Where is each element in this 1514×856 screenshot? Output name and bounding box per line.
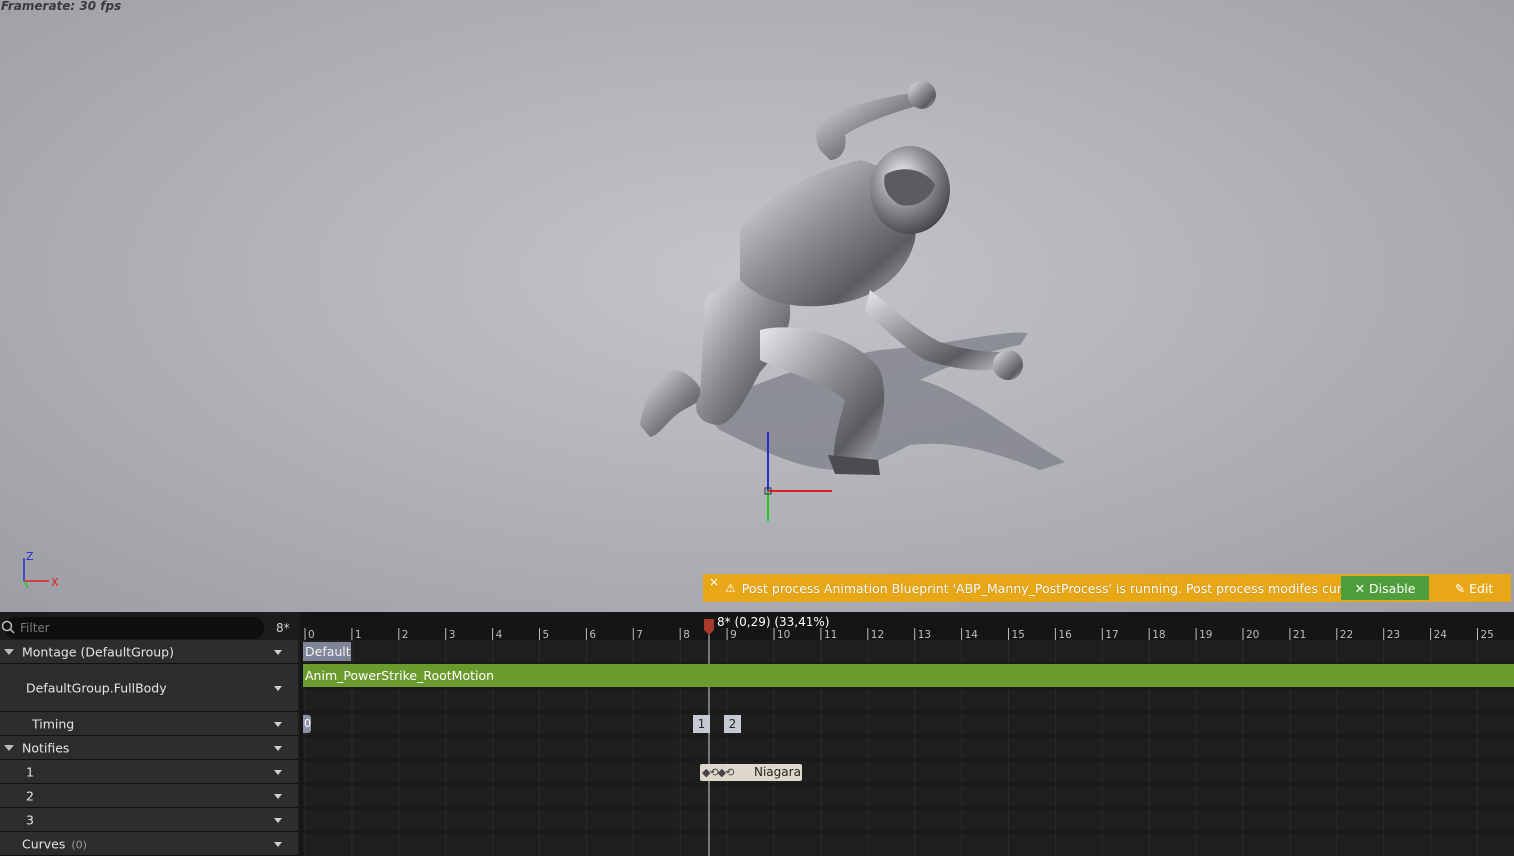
- default-slot-label[interactable]: Default: [303, 642, 351, 661]
- close-icon[interactable]: ×: [709, 575, 719, 589]
- notify-track-label: 2: [26, 788, 34, 803]
- timeline-tick-label: 24: [1434, 629, 1448, 641]
- notify-diamond-icon: ◆⟲◆⟲: [702, 766, 734, 779]
- disable-button[interactable]: ✕ Disable: [1341, 576, 1429, 600]
- chevron-down-icon[interactable]: [274, 745, 282, 751]
- track-notify-3[interactable]: 3: [0, 808, 298, 832]
- collapse-arrow-icon[interactable]: [4, 744, 14, 751]
- axis-indicator: Z X: [23, 550, 59, 589]
- timeline-tick-label: 20: [1246, 629, 1259, 641]
- timeline-tick-label: 14: [965, 629, 979, 641]
- scrub-handle[interactable]: [704, 619, 714, 635]
- timeline-tick-label: 15: [1012, 629, 1025, 641]
- section-marker-0[interactable]: 0: [303, 715, 311, 733]
- track-timing[interactable]: Timing: [0, 712, 298, 736]
- edit-label: Edit: [1469, 580, 1494, 596]
- timeline-tick-label: 8: [683, 629, 690, 641]
- timeline-tick-label: 23: [1387, 629, 1400, 641]
- montage-segment[interactable]: Anim_PowerStrike_RootMotion: [303, 664, 1514, 687]
- timeline-tick-label: 4: [496, 629, 503, 641]
- timeline-tick-label: 10: [777, 629, 790, 641]
- chevron-down-icon[interactable]: [274, 793, 282, 799]
- niagara-notify-label: Niagara: [754, 765, 801, 779]
- timeline-tick-label: 11: [824, 629, 837, 641]
- track-timing-label: Timing: [32, 716, 75, 731]
- track-notifies[interactable]: Notifies: [0, 736, 298, 760]
- track-curves[interactable]: Curves (0): [0, 832, 298, 856]
- section-marker-2[interactable]: 2: [724, 715, 741, 733]
- timeline-tick-label: 9: [730, 629, 737, 641]
- timeline-tick-label: 5: [543, 629, 550, 641]
- chevron-down-icon[interactable]: [274, 685, 282, 691]
- timeline-tick-label: 16: [1058, 629, 1072, 641]
- search-icon: [1, 620, 15, 634]
- timeline-tick-label: 1: [355, 629, 362, 641]
- axis-x-label: X: [51, 576, 59, 589]
- timeline-grid: 0 1 2 3 4 5 6 7 8 9 10 11 12 13 14 15 16 17 18 19 20 21 22 23 24…: [303, 612, 1514, 856]
- track-list: 8* Montage (DefaultGroup) DefaultGroup.F…: [0, 612, 300, 856]
- track-notify-1[interactable]: 1: [0, 760, 298, 784]
- timeline-tick-label: 6: [589, 629, 596, 641]
- close-icon: ✕: [1354, 580, 1366, 596]
- character-mannequin[interactable]: [0, 0, 1514, 612]
- timeline-tick-label: 17: [1105, 629, 1118, 641]
- timeline-tick-label: 25: [1481, 629, 1494, 641]
- timeline-tick-label: 3: [449, 629, 456, 641]
- timeline-tick-label: 2: [402, 629, 409, 641]
- filter-input[interactable]: [4, 617, 264, 639]
- post-process-warning-banner: × ⚠ Post process Animation Blueprint 'AB…: [703, 574, 1511, 602]
- notify-track-label: 1: [26, 764, 34, 779]
- frame-indicator: 8*: [276, 621, 290, 635]
- timeline-tick-label: 21: [1293, 629, 1306, 641]
- track-notify-2[interactable]: 2: [0, 784, 298, 808]
- timeline[interactable]: 0 1 2 3 4 5 6 7 8 9 10 11 12 13 14 15 16 17 18 19 20 21 22 23 24…: [303, 612, 1514, 856]
- chevron-down-icon[interactable]: [274, 649, 282, 655]
- timeline-tick-label: 18: [1152, 629, 1165, 641]
- viewport[interactable]: Framerate: 30 fps Z X × ⚠ Post process A…: [0, 0, 1514, 612]
- scrub-position-label: 8* (0,29) (33,41%): [717, 615, 830, 629]
- section-marker-1[interactable]: 1: [693, 715, 710, 733]
- notify-track-label: 3: [26, 812, 34, 827]
- timeline-tick-label: 12: [871, 629, 884, 641]
- curves-count: (0): [71, 838, 87, 851]
- montage-editor-panel: 8* Montage (DefaultGroup) DefaultGroup.F…: [0, 612, 1514, 856]
- warning-icon: ⚠: [725, 581, 736, 595]
- track-slot-label: DefaultGroup.FullBody: [26, 680, 167, 695]
- chevron-down-icon[interactable]: [274, 841, 282, 847]
- pencil-icon: ✎: [1454, 580, 1466, 596]
- timeline-tick-label: 22: [1340, 629, 1353, 641]
- timeline-tick-label: 13: [918, 629, 931, 641]
- timeline-tick-label: 0: [308, 629, 315, 641]
- track-slot[interactable]: DefaultGroup.FullBody: [0, 664, 298, 712]
- track-notifies-label: Notifies: [22, 740, 70, 755]
- timeline-tick-label: 7: [636, 629, 643, 641]
- chevron-down-icon[interactable]: [274, 817, 282, 823]
- warning-message: Post process Animation Blueprint 'ABP_Ma…: [741, 580, 1368, 596]
- track-montage-label: Montage (DefaultGroup): [22, 644, 174, 659]
- niagara-notify[interactable]: ◆⟲◆⟲ Niagara: [700, 764, 802, 781]
- disable-label: Disable: [1369, 580, 1416, 596]
- timeline-tick-label: 19: [1199, 629, 1212, 641]
- chevron-down-icon[interactable]: [274, 769, 282, 775]
- track-montage[interactable]: Montage (DefaultGroup): [0, 640, 298, 664]
- filter-bar: 8*: [0, 617, 298, 639]
- axis-z-label: Z: [26, 550, 34, 563]
- track-curves-label: Curves: [22, 836, 66, 851]
- collapse-arrow-icon[interactable]: [4, 648, 14, 655]
- chevron-down-icon[interactable]: [274, 721, 282, 727]
- edit-button[interactable]: ✎ Edit: [1443, 576, 1505, 600]
